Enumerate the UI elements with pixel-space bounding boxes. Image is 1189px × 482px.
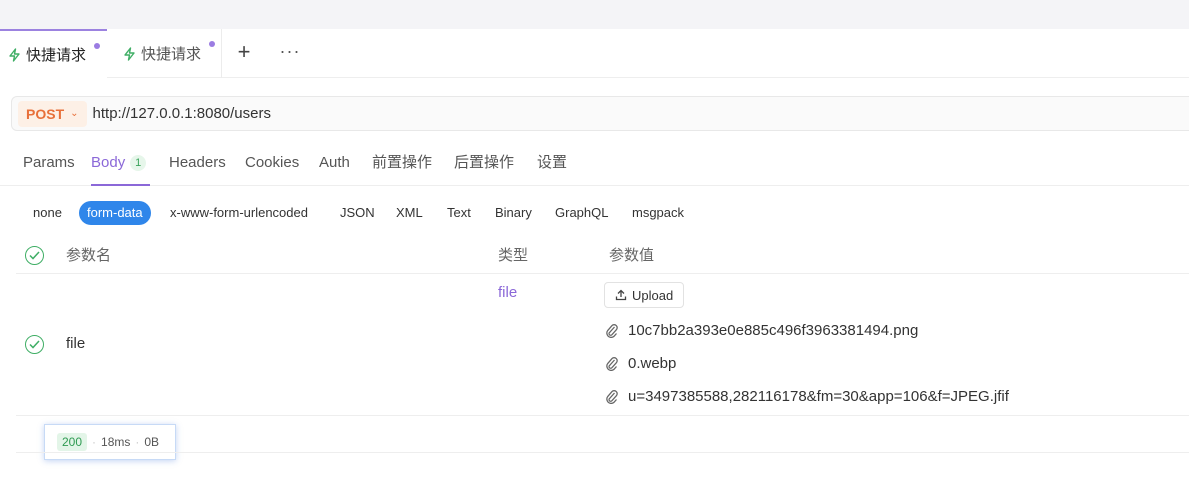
paperclip-icon bbox=[606, 389, 618, 404]
row-checkbox[interactable] bbox=[25, 335, 44, 354]
body-type-xml[interactable]: XML bbox=[396, 201, 423, 225]
header-param-name: 参数名 bbox=[66, 247, 112, 264]
tab-auth[interactable]: Auth bbox=[319, 141, 350, 186]
tab-settings[interactable]: 设置 bbox=[537, 141, 567, 186]
status-code-badge: 200 bbox=[57, 433, 88, 451]
request-tab-2[interactable]: 快捷请求 bbox=[108, 29, 222, 78]
paperclip-icon bbox=[606, 323, 618, 338]
chevron-down-icon: ⌄ bbox=[70, 108, 79, 119]
file-name: 10c7bb2a393e0e885c496f3963381494.png bbox=[628, 321, 919, 339]
request-tab-1[interactable]: 快捷请求 bbox=[0, 29, 107, 78]
body-type-graphql[interactable]: GraphQL bbox=[555, 201, 608, 225]
upload-icon bbox=[615, 289, 627, 301]
unsaved-dot bbox=[209, 41, 215, 47]
tab-headers[interactable]: Headers bbox=[169, 141, 226, 186]
check-icon bbox=[29, 340, 40, 349]
file-name: u=3497385588,282116178&fm=30&app=106&f=J… bbox=[628, 387, 1009, 405]
url-input[interactable]: http://127.0.0.1:8080/users bbox=[93, 105, 271, 122]
body-type-none[interactable]: none bbox=[33, 201, 62, 225]
attached-file[interactable]: u=3497385588,282116178&fm=30&app=106&f=J… bbox=[606, 386, 1009, 406]
param-type-select[interactable]: file bbox=[498, 284, 517, 301]
check-icon bbox=[29, 251, 40, 260]
response-status-chip[interactable]: 200 · 18ms · 0B bbox=[44, 424, 176, 460]
window-top-bar bbox=[0, 0, 1189, 29]
request-tab-1-label: 快捷请求 bbox=[26, 47, 87, 64]
body-type-msgpack[interactable]: msgpack bbox=[632, 201, 684, 225]
method-label: POST bbox=[26, 105, 65, 122]
body-type-form-data[interactable]: form-data bbox=[79, 201, 151, 225]
upload-button[interactable]: Upload bbox=[604, 282, 685, 308]
more-tabs-button[interactable]: ··· bbox=[277, 38, 303, 66]
divider bbox=[16, 452, 1189, 453]
response-time: 18ms bbox=[101, 435, 131, 449]
file-name: 0.webp bbox=[628, 354, 677, 372]
url-bar: POST ⌄ http://127.0.0.1:8080/users bbox=[11, 96, 1189, 131]
header-param-type: 类型 bbox=[498, 247, 529, 264]
tab-post-request[interactable]: 后置操作 bbox=[454, 141, 514, 186]
tab-body[interactable]: Body 1 bbox=[91, 141, 151, 186]
tab-cookies[interactable]: Cookies bbox=[245, 141, 299, 186]
tab-pre-request[interactable]: 前置操作 bbox=[372, 141, 432, 186]
separator: · bbox=[135, 435, 140, 449]
body-type-text[interactable]: Text bbox=[447, 201, 471, 225]
method-select[interactable]: POST ⌄ bbox=[18, 100, 87, 127]
body-type-json[interactable]: JSON bbox=[340, 201, 375, 225]
attached-file[interactable]: 0.webp bbox=[606, 353, 676, 373]
table-row: file file Upload 10c7bb2a393e0e885c496f3… bbox=[16, 275, 1189, 416]
param-name-cell[interactable]: file bbox=[66, 335, 85, 352]
separator: · bbox=[92, 435, 97, 449]
add-tab-button[interactable]: + bbox=[232, 38, 256, 66]
body-type-binary[interactable]: Binary bbox=[495, 201, 532, 225]
request-section-tabs: Params Body 1 Headers Cookies Auth 前置操作 后… bbox=[0, 141, 1189, 186]
unsaved-dot bbox=[94, 43, 100, 49]
request-tabs-bar: 快捷请求 快捷请求 bbox=[0, 29, 1189, 78]
header-param-value: 参数值 bbox=[609, 247, 655, 264]
request-tab-2-label: 快捷请求 bbox=[141, 46, 202, 63]
tab-params[interactable]: Params bbox=[23, 141, 75, 186]
lightning-icon bbox=[9, 47, 20, 62]
tab-body-label: Body bbox=[91, 154, 126, 171]
upload-label: Upload bbox=[632, 287, 674, 303]
paperclip-icon bbox=[606, 356, 618, 371]
lightning-icon bbox=[124, 46, 135, 61]
params-table-header: 参数名 类型 参数值 bbox=[16, 238, 1189, 274]
select-all-checkbox[interactable] bbox=[25, 246, 44, 265]
body-count-badge: 1 bbox=[130, 155, 147, 171]
attached-file[interactable]: 10c7bb2a393e0e885c496f3963381494.png bbox=[606, 320, 918, 340]
response-size: 0B bbox=[144, 435, 160, 449]
body-type-urlencoded[interactable]: x-www-form-urlencoded bbox=[170, 201, 308, 225]
